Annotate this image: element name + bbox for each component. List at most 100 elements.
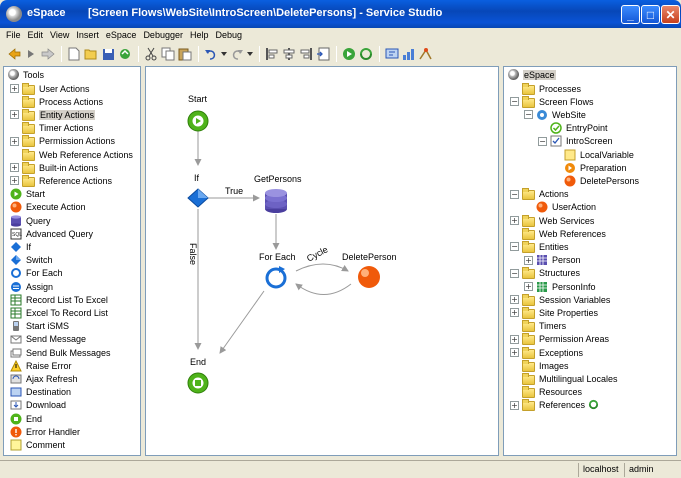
expand-icon[interactable]: + [510,295,519,305]
tool-item-if[interactable]: If [10,240,31,253]
copy-icon[interactable] [160,46,176,62]
expand-icon[interactable]: + [10,84,19,93]
espace-item-exceptions[interactable]: + Exceptions [510,346,583,359]
forward-icon[interactable] [23,46,39,62]
start-node[interactable] [187,110,209,132]
tool-item-process-actions[interactable]: Process Actions [10,95,103,108]
expand-icon[interactable]: + [524,282,533,291]
tool-item-advanced-query[interactable]: SQL Advanced Query [10,227,93,240]
cut-icon[interactable] [143,46,159,62]
espace-item-entrypoint[interactable]: EntryPoint [538,122,608,135]
tool-item-built-in-actions[interactable]: + Built-in Actions [10,161,98,174]
expand-icon[interactable]: + [10,176,19,186]
expand-icon[interactable]: + [510,308,519,318]
espace-item-session-variables[interactable]: + Session Variables [510,293,610,306]
tool-item-assign[interactable]: Assign [10,280,53,293]
dependencies-icon[interactable] [401,46,417,62]
espace-item-processes[interactable]: Processes [510,82,581,95]
tool-item-permission-actions[interactable]: + Permission Actions [10,135,115,148]
menu-debugger[interactable]: Debugger [141,28,188,44]
expand-icon[interactable]: + [10,136,19,146]
tool-item-raise-error[interactable]: Raise Error [10,359,72,372]
expand-icon[interactable]: + [510,216,519,225]
expand-icon[interactable]: + [510,334,519,344]
tool-item-send-bulk-messages[interactable]: Send Bulk Messages [10,346,111,359]
next-icon[interactable] [40,46,56,62]
espace-item-actions[interactable]: − Actions [510,188,569,201]
close-button[interactable]: ✕ [661,5,680,24]
align-right-icon[interactable] [298,46,314,62]
tool-item-start[interactable]: Start [10,188,45,201]
redo-dropdown-icon[interactable] [246,46,254,62]
tool-item-execute-action[interactable]: Execute Action [10,201,86,214]
collapse-icon[interactable]: − [510,268,519,278]
espace-root-row[interactable]: eSpace [508,68,556,81]
menu-insert[interactable]: Insert [74,28,104,44]
menu-espace[interactable]: eSpace [104,28,142,44]
import-icon[interactable] [315,46,331,62]
espace-item-multilingual-locales[interactable]: Multilingual Locales [510,372,618,385]
menu-file[interactable]: File [4,28,26,44]
tool-item-switch[interactable]: Switch [10,254,53,267]
expand-icon[interactable]: + [10,163,19,173]
end-node[interactable] [187,372,209,394]
if-node[interactable] [187,188,209,208]
tool-item-destination[interactable]: Destination [10,386,71,399]
tool-item-download[interactable]: Download [10,399,66,412]
new-file-icon[interactable] [66,46,82,62]
expand-icon[interactable]: + [524,255,533,265]
espace-item-entities[interactable]: − Entities [510,240,569,253]
collapse-icon[interactable]: − [524,110,533,120]
espace-item-website[interactable]: − WebSite [524,108,586,121]
tool-item-reference-actions[interactable]: + Reference Actions [10,174,112,187]
espace-item-deletepersons[interactable]: DeletePersons [552,174,639,187]
tool-item-entity-actions[interactable]: + Entity Actions [10,108,96,121]
collapse-icon[interactable]: − [510,189,519,199]
redo-icon[interactable] [229,46,245,62]
cycle-connector[interactable] [295,263,349,272]
menu-view[interactable]: View [48,28,74,44]
title-bar[interactable]: eSpace [Screen Flows\WebSite\IntroScreen… [0,0,681,28]
align-left-icon[interactable] [264,46,280,62]
espace-item-site-properties[interactable]: + Site Properties [510,306,598,319]
tool-item-web-reference-actions[interactable]: Web Reference Actions [10,148,133,161]
espace-item-timers[interactable]: Timers [510,320,566,333]
tool-item-timer-actions[interactable]: Timer Actions [10,122,93,135]
undo-icon[interactable] [203,46,219,62]
espace-item-preparation[interactable]: Preparation [552,161,627,174]
tool-item-ajax-refresh[interactable]: Ajax Refresh [10,372,78,385]
save-icon[interactable] [100,46,116,62]
collapse-icon[interactable]: − [510,242,519,252]
tool-item-user-actions[interactable]: + User Actions [10,82,90,95]
refresh-references-icon[interactable] [585,399,599,412]
espace-item-permission-areas[interactable]: + Permission Areas [510,333,609,346]
compare-merge-icon[interactable] [358,46,374,62]
paste-icon[interactable] [177,46,193,62]
espace-item-web-services[interactable]: + Web Services [510,214,594,227]
tool-item-for-each[interactable]: For Each [10,267,63,280]
for-each-node[interactable] [265,266,287,289]
tool-item-error-handler[interactable]: Error Handler [10,425,80,438]
maximize-button[interactable]: □ [641,5,660,24]
tool-item-comment[interactable]: Comment [10,438,65,451]
cycle-return-connector[interactable] [295,283,352,295]
espace-item-structures[interactable]: − Structures [510,267,580,280]
espace-item-resources[interactable]: Resources [510,386,582,399]
tool-item-record-list-to-excel[interactable]: Record List To Excel [10,293,108,306]
collapse-icon[interactable]: − [538,136,547,146]
screen-preview-icon[interactable] [384,46,400,62]
expand-icon[interactable]: + [10,110,19,120]
open-folder-icon[interactable] [83,46,99,62]
flow-canvas[interactable]: Start If True False GetPersons For Each … [145,66,499,456]
espace-item-images[interactable]: Images [510,359,569,372]
publish-icon[interactable] [117,46,133,62]
tool-item-start-isms[interactable]: Start iSMS [10,320,69,333]
tool-item-excel-to-record-list[interactable]: Excel To Record List [10,306,108,319]
espace-item-personinfo[interactable]: + PersonInfo [524,280,596,293]
expand-icon[interactable]: + [510,348,519,357]
espace-item-web-references[interactable]: Web References [510,227,606,240]
back-icon[interactable] [6,46,22,62]
menu-edit[interactable]: Edit [26,28,49,44]
espace-item-screen-flows[interactable]: − Screen Flows [510,95,594,108]
expand-icon[interactable]: + [510,400,519,410]
